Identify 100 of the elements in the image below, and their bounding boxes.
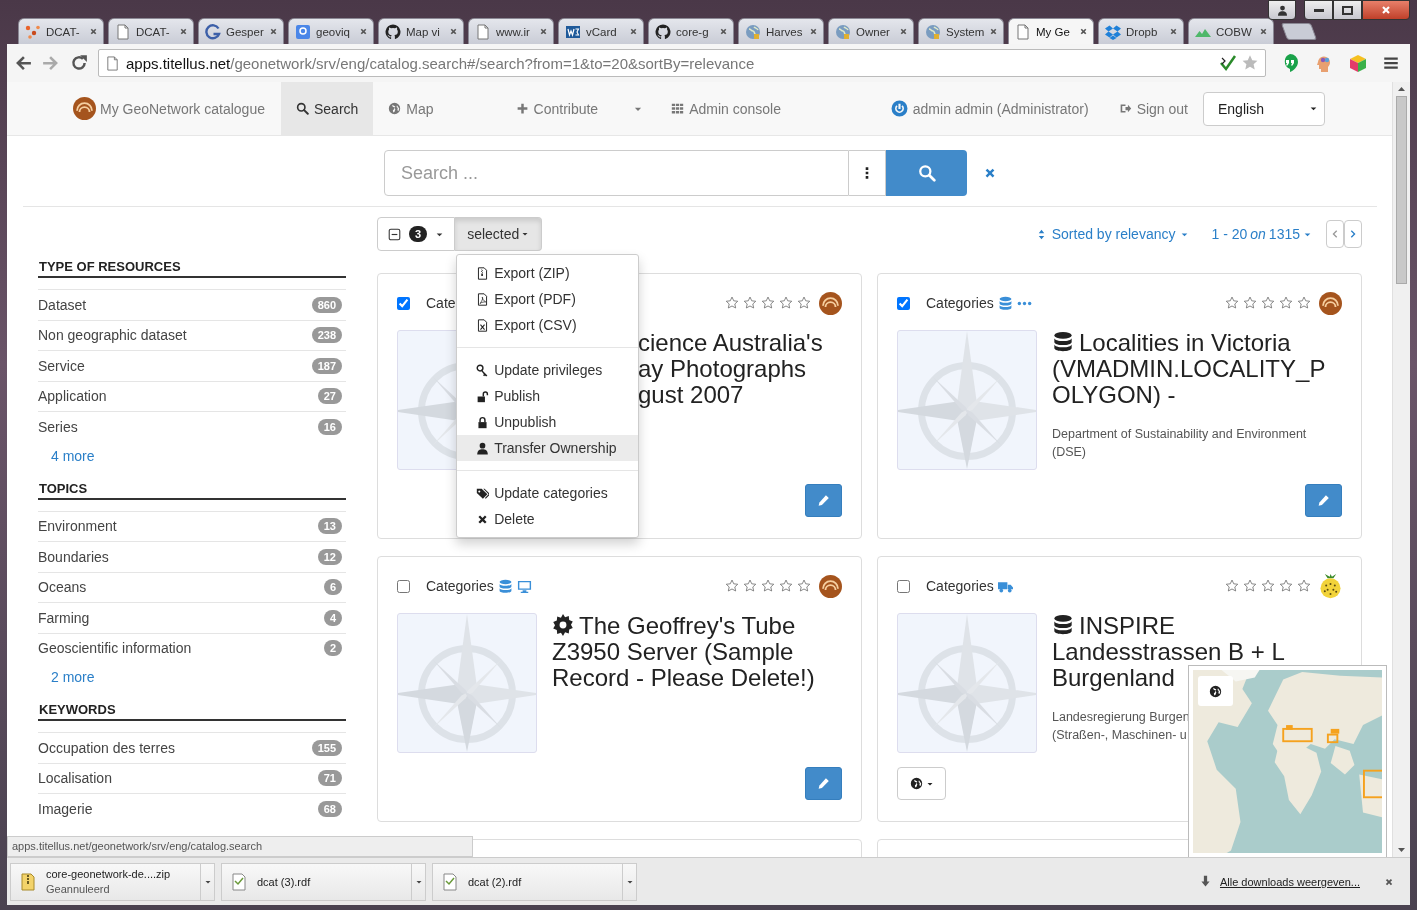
checkmark-icon[interactable] (1219, 54, 1237, 72)
search-button[interactable] (886, 150, 967, 196)
close-icon[interactable] (89, 27, 98, 36)
back-icon[interactable] (14, 54, 32, 72)
facet-item[interactable]: Series 16 (38, 411, 346, 442)
rating-stars[interactable] (1225, 296, 1311, 310)
paging-dropdown[interactable]: 1 - 20 on 1315 (1211, 226, 1312, 242)
browser-tab[interactable]: vCard (558, 18, 644, 44)
browser-tab[interactable]: geoviq (288, 18, 374, 44)
edit-button[interactable] (805, 484, 842, 517)
download-item[interactable]: dcat (2).rdf (432, 862, 637, 901)
select-checkbox[interactable] (897, 579, 910, 593)
browser-tab[interactable]: COBW (1188, 18, 1274, 44)
profile-button[interactable] (1268, 0, 1296, 20)
more-link[interactable]: 2 more (38, 663, 346, 690)
menu-item[interactable]: Publish (457, 383, 639, 409)
close-icon[interactable] (809, 27, 818, 36)
close-icon[interactable] (1169, 27, 1178, 36)
menu-icon[interactable] (1382, 54, 1400, 72)
menu-item[interactable]: Update categories (457, 480, 639, 506)
close-icon[interactable] (1384, 876, 1394, 887)
record-title[interactable]: INSPIRE Landesstrassen B + L Burgenland (1052, 613, 1342, 691)
menu-item[interactable]: Update privileges (457, 357, 639, 383)
facet-item[interactable]: Farming 4 (38, 602, 346, 633)
select-checkbox[interactable] (397, 579, 410, 593)
close-window-button[interactable] (1362, 0, 1410, 20)
menu-item[interactable]: Transfer Ownership (457, 435, 639, 461)
close-icon[interactable] (899, 27, 908, 36)
facet-item[interactable]: Oceans 6 (38, 571, 346, 602)
rating-stars[interactable] (725, 296, 811, 310)
record-title[interactable]: Localities in Victoria (VMADMIN.LOCALITY_P OLYGON) - (1052, 330, 1342, 408)
maximize-button[interactable] (1333, 0, 1362, 20)
nav-link[interactable]: Search (280, 82, 374, 135)
close-icon[interactable] (269, 27, 278, 36)
close-icon[interactable] (629, 27, 638, 36)
scrollbar[interactable] (1392, 82, 1410, 857)
browser-tab[interactable]: Map vi (378, 18, 464, 44)
select-checkbox[interactable] (397, 296, 410, 310)
address-bar[interactable]: apps.titellus.net/geonetwork/srv/eng/catalog.search#/search?from=1&to=20&sortBy=relevance (98, 49, 1266, 77)
close-icon[interactable] (539, 27, 548, 36)
browser-tab[interactable]: System (918, 18, 1004, 44)
globe-button[interactable] (1198, 676, 1233, 706)
close-icon[interactable] (1079, 27, 1088, 36)
edit-button[interactable] (1305, 484, 1342, 517)
sign-out-link[interactable]: Sign out (1103, 82, 1203, 135)
select-dropdown-button[interactable]: 3 (377, 217, 456, 251)
selection-actions-button[interactable]: selected (455, 217, 543, 251)
browser-tab[interactable]: DCAT- (108, 18, 194, 44)
bookmark-star-icon[interactable] (1241, 54, 1259, 72)
language-select[interactable]: English (1203, 91, 1325, 126)
menu-item[interactable]: Export (PDF) (457, 286, 639, 312)
close-icon[interactable] (179, 27, 188, 36)
record-title[interactable]: The Geoffrey's Tube Z3950 Server (Sample Record - Please Delete!) (552, 613, 842, 691)
next-page-button[interactable] (1344, 220, 1362, 248)
scroll-thumb[interactable] (1396, 96, 1407, 284)
close-icon[interactable] (359, 27, 368, 36)
brand-link[interactable]: My GeoNetwork catalogue (73, 82, 281, 135)
nav-link[interactable]: Contribute (500, 82, 614, 135)
nav-link[interactable]: Map (373, 82, 449, 135)
browser-tab[interactable]: Owner (828, 18, 914, 44)
browser-tab[interactable]: DCAT- (18, 18, 104, 44)
menu-item[interactable]: Export (CSV) (457, 312, 639, 338)
sort-dropdown[interactable]: Sorted by relevancy (1035, 226, 1190, 242)
facet-item[interactable]: Geoscientific information 2 (38, 632, 346, 663)
close-icon[interactable] (449, 27, 458, 36)
browser-tab[interactable]: Harves (738, 18, 824, 44)
close-icon[interactable] (1259, 27, 1268, 36)
facet-item[interactable]: Boundaries 12 (38, 541, 346, 572)
edit-button[interactable] (805, 767, 842, 800)
facet-item[interactable]: Imagerie 68 (38, 793, 346, 824)
download-item[interactable]: core-geonetwork-de....zip Geannuleerd (10, 862, 215, 901)
search-field[interactable]: Search ... (385, 151, 848, 195)
close-icon[interactable] (989, 27, 999, 36)
facet-item[interactable]: Non geographic dataset 238 (38, 319, 346, 350)
thumbnail[interactable] (397, 613, 537, 753)
map-dropdown-button[interactable] (897, 767, 946, 800)
record-title[interactable]: cience Australia's ay Photographs gust 2007 (638, 330, 842, 408)
browser-tab[interactable]: Dropb (1098, 18, 1184, 44)
facet-item[interactable]: Service 187 (38, 350, 346, 381)
reload-icon[interactable] (70, 54, 88, 72)
thumbnail[interactable] (897, 330, 1037, 470)
browser-tab[interactable]: Gesper (198, 18, 284, 44)
clear-icon[interactable] (983, 166, 997, 180)
download-item[interactable]: dcat (3).rdf (221, 862, 426, 901)
menu-item[interactable]: Delete (457, 506, 639, 532)
nav-link[interactable]: Admin console (656, 82, 796, 135)
user-link[interactable]: admin admin (Administrator) (875, 82, 1104, 135)
facet-item[interactable]: Dataset 860 (38, 289, 346, 320)
browser-tab[interactable]: core-g (648, 18, 734, 44)
show-all-downloads-link[interactable]: Alle downloads weergeven... (1219, 875, 1360, 888)
menu-item[interactable]: Export (ZIP) (457, 260, 639, 286)
facet-item[interactable]: Environment 13 (38, 510, 346, 541)
cube-icon[interactable] (1348, 53, 1368, 73)
facet-item[interactable]: Occupation des terres 155 (38, 732, 346, 763)
browser-tab[interactable]: www.ir (468, 18, 554, 44)
thumbnail[interactable] (897, 613, 1037, 753)
facet-item[interactable]: Application 27 (38, 380, 346, 411)
facet-item[interactable]: Localisation 71 (38, 762, 346, 793)
rating-stars[interactable] (1225, 579, 1311, 593)
close-icon[interactable] (719, 27, 728, 36)
